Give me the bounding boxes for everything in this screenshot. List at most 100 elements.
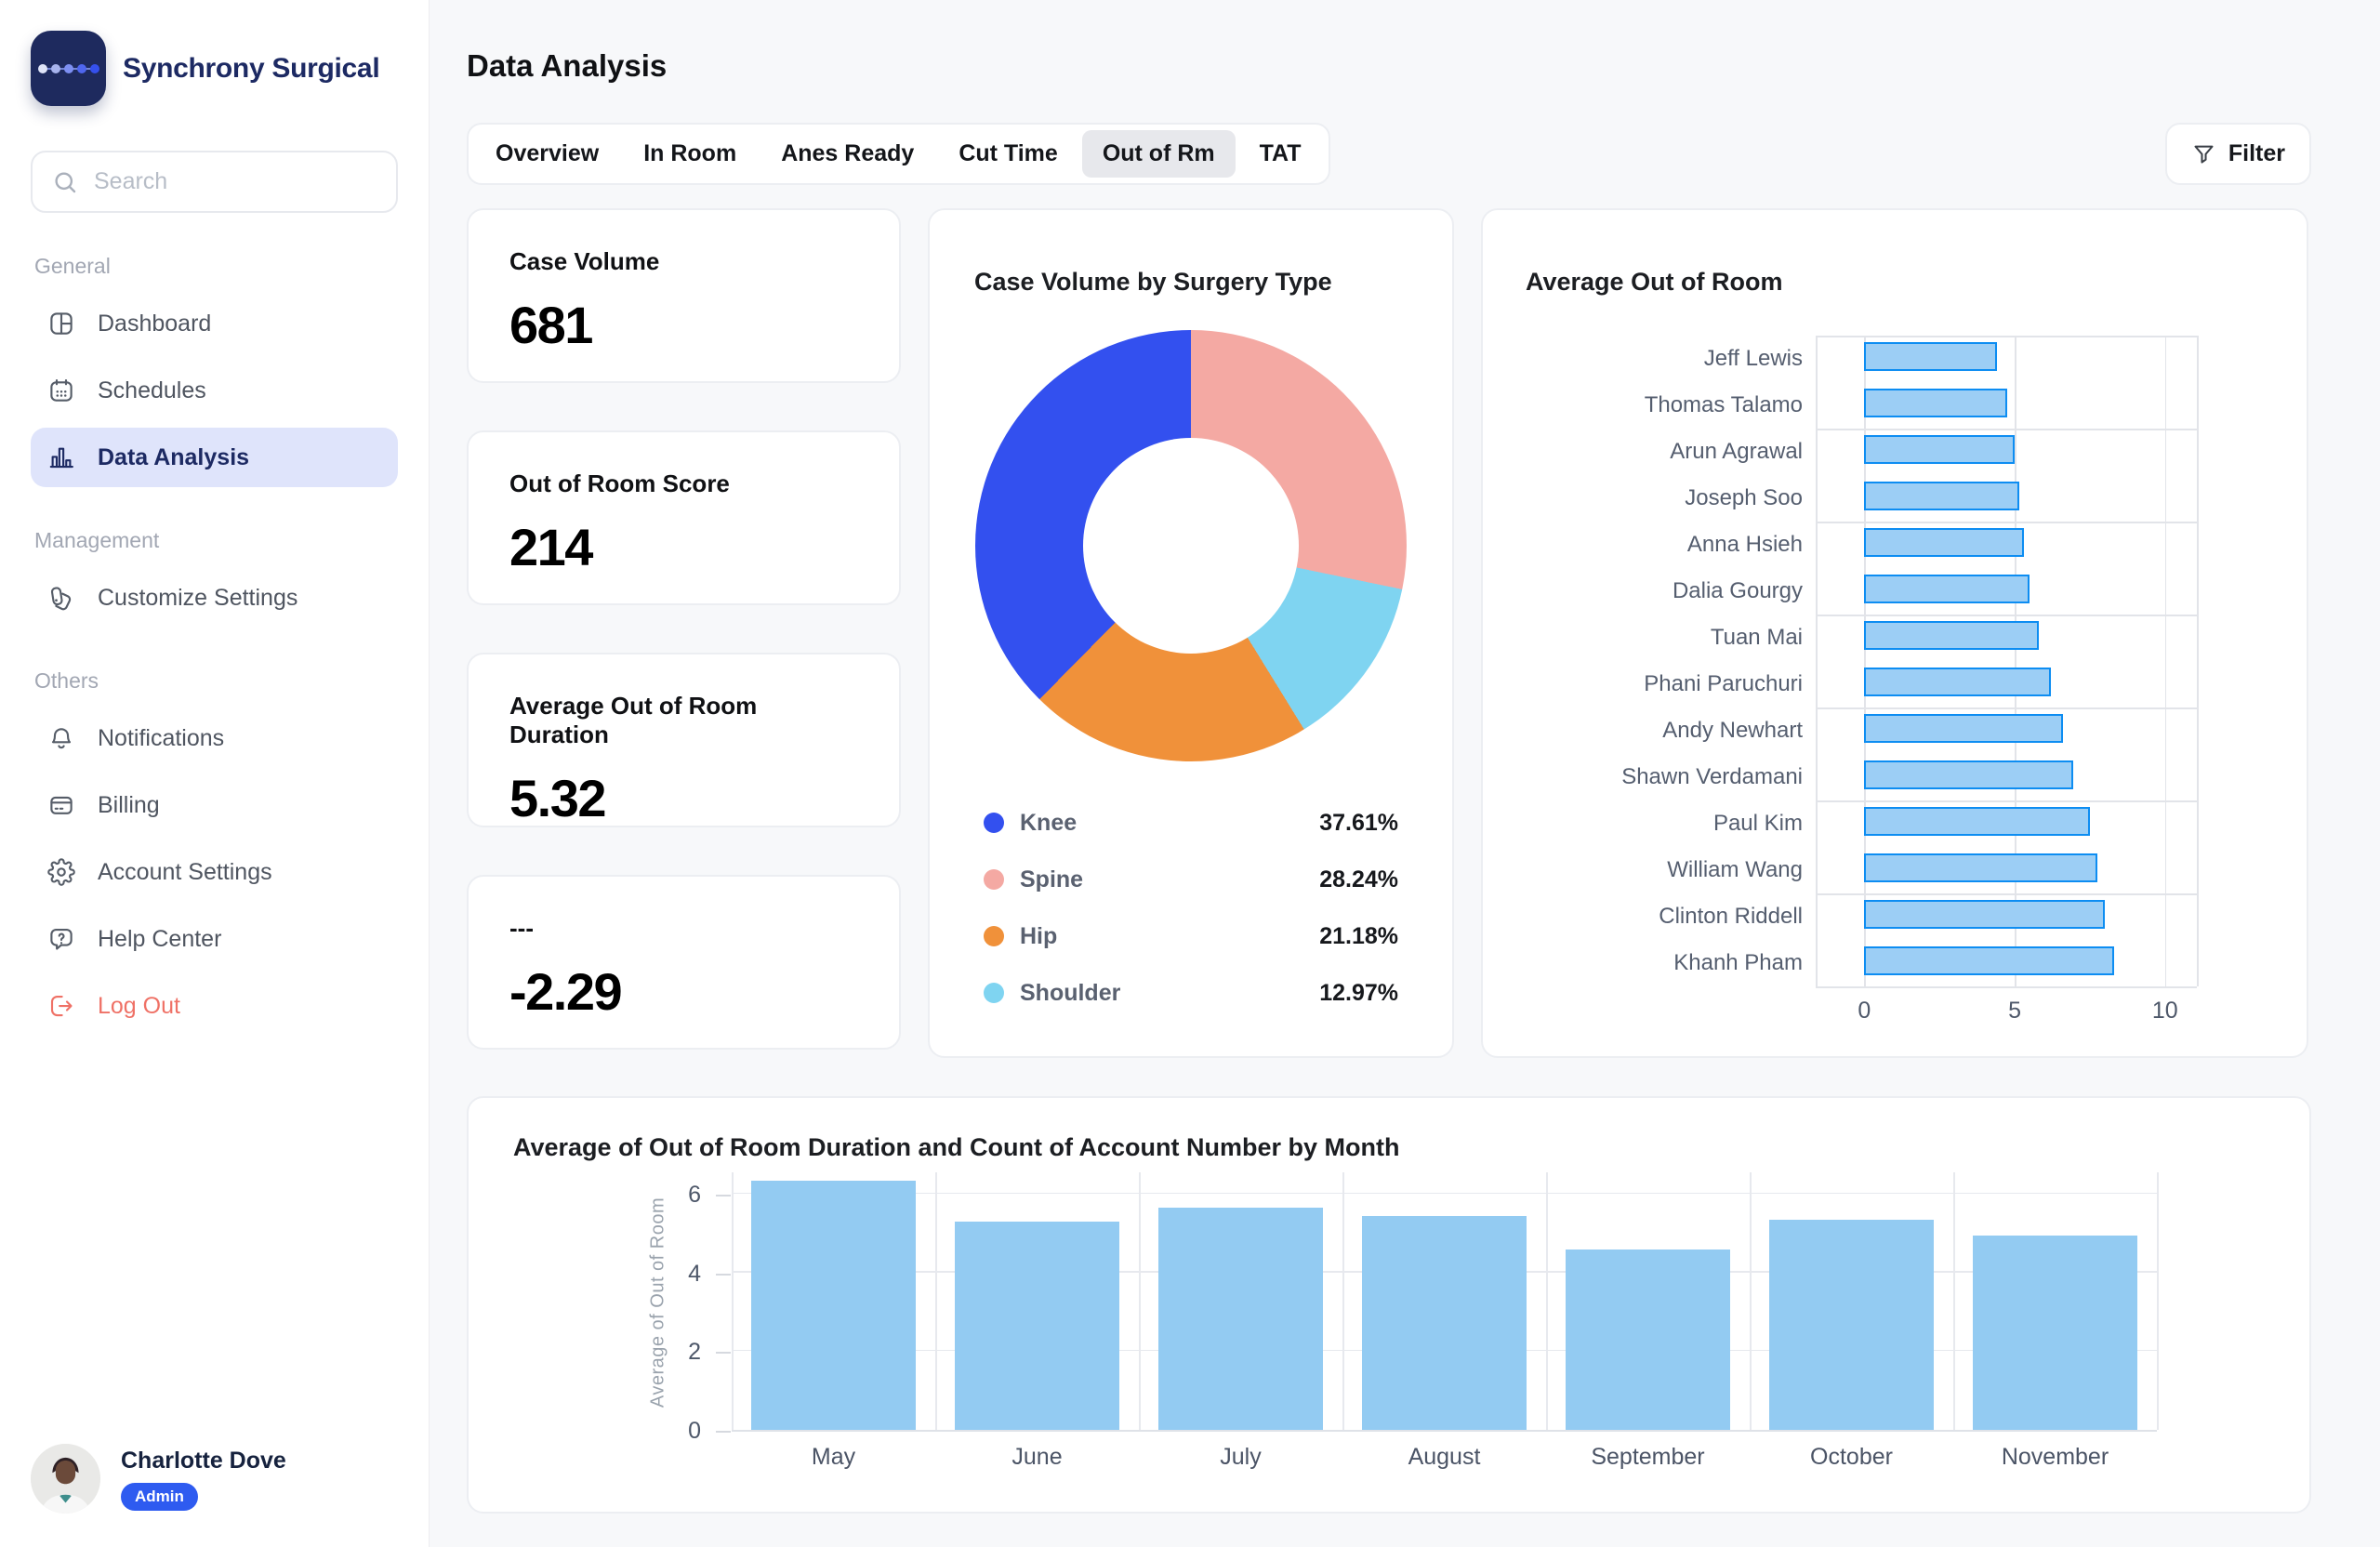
bar-november: [1973, 1236, 2137, 1430]
legend-row: Knee37.61%: [984, 804, 1398, 841]
legend-value: 28.24%: [1319, 866, 1398, 893]
user-profile[interactable]: Charlotte Dove Admin: [31, 1444, 398, 1514]
nav-section-header: General: [34, 254, 398, 279]
gridline: [2015, 336, 2016, 986]
y-tick-mark: [716, 1431, 731, 1433]
legend-value: 37.61%: [1319, 810, 1398, 837]
sidebar-item-data-analysis[interactable]: Data Analysis: [31, 428, 398, 487]
gridline: [1750, 1172, 1752, 1430]
role-badge: Admin: [121, 1483, 198, 1511]
hbar-category-label: Arun Agrawal: [1526, 429, 1816, 475]
hbar-category-label: Clinton Riddell: [1526, 893, 1816, 940]
sidebar-item-dashboard[interactable]: Dashboard: [31, 294, 398, 353]
app-logo-icon: [31, 31, 106, 106]
user-name: Charlotte Dove: [121, 1448, 286, 1474]
filter-label: Filter: [2228, 140, 2285, 167]
sidebar-item-label: Schedules: [98, 377, 206, 404]
x-tick-label: August: [1342, 1444, 1546, 1471]
search-box[interactable]: [31, 151, 398, 213]
bar-shawn-verdamani: [1864, 760, 2073, 789]
y-tick-mark: [716, 1195, 731, 1197]
bar-dalia-gourgy: [1864, 575, 2030, 603]
gridline: [1816, 986, 2197, 988]
gridline: [1816, 800, 2197, 802]
sidebar-item-label: Data Analysis: [98, 444, 249, 471]
kpi-value: -2.29: [509, 961, 858, 1022]
gridline: [2165, 336, 2167, 986]
vbar-plot-area: [732, 1172, 2157, 1432]
tab-anes-ready[interactable]: Anes Ready: [760, 130, 934, 178]
gridline: [732, 1172, 734, 1430]
gridline: [732, 1193, 2157, 1195]
bar-joseph-soo: [1864, 482, 2019, 510]
gridline: [1816, 893, 2197, 895]
brand-name: Synchrony Surgical: [123, 53, 379, 85]
sidebar-item-customize-settings[interactable]: Customize Settings: [31, 568, 398, 628]
gridline: [1816, 707, 2197, 709]
tab-cut-time[interactable]: Cut Time: [938, 130, 1078, 178]
gridline: [935, 1172, 937, 1430]
sidebar-item-account-settings[interactable]: Account Settings: [31, 842, 398, 902]
bar-tuan-mai: [1864, 621, 2039, 650]
x-tick-label: September: [1546, 1444, 1750, 1471]
hbar-category-labels: Jeff LewisThomas TalamoArun AgrawalJosep…: [1526, 336, 1816, 986]
hbar-chart-title: Average Out of Room: [1526, 268, 2307, 297]
y-tick-mark: [716, 1274, 731, 1276]
filter-button[interactable]: Filter: [2165, 123, 2311, 185]
tab-tat[interactable]: TAT: [1239, 130, 1322, 178]
bar-phani-paruchuri: [1864, 668, 2050, 696]
kpi-label: Average Out of Room Duration: [509, 692, 858, 749]
hbar-category-label: Joseph Soo: [1526, 475, 1816, 522]
bar-william-wang: [1864, 853, 2097, 882]
sidebar-item-notifications[interactable]: Notifications: [31, 708, 398, 768]
legend-dot: [984, 869, 1004, 890]
gridline: [1816, 615, 2197, 616]
legend-row: Shoulder12.97%: [984, 974, 1398, 1012]
sidebar-item-schedules[interactable]: Schedules: [31, 361, 398, 420]
x-tick-label: June: [935, 1444, 1139, 1471]
y-tick-label: 4: [645, 1261, 701, 1288]
tab-in-room[interactable]: In Room: [623, 130, 757, 178]
sidebar-item-log-out[interactable]: Log Out: [31, 976, 398, 1036]
hbar-category-label: Jeff Lewis: [1526, 336, 1816, 382]
hbar-category-label: Dalia Gourgy: [1526, 568, 1816, 615]
sidebar-item-help-center[interactable]: Help Center: [31, 909, 398, 969]
main-content: Data Analysis OverviewIn RoomAnes ReadyC…: [430, 0, 2380, 1547]
brand: Synchrony Surgical: [31, 31, 398, 106]
sidebar-item-billing[interactable]: Billing: [31, 775, 398, 835]
bar-thomas-talamo: [1864, 389, 2007, 417]
help-icon: [47, 925, 75, 953]
bar-anna-hsieh: [1864, 528, 2023, 557]
bar-khanh-pham: [1864, 946, 2113, 975]
legend-row: Spine28.24%: [984, 861, 1398, 898]
y-tick-mark: [716, 1352, 731, 1354]
tab-overview[interactable]: Overview: [475, 130, 619, 178]
nav-section: General Dashboard Schedules Data Analysis: [31, 254, 398, 487]
logout-icon: [47, 992, 75, 1020]
kpi-card: ----2.29: [467, 875, 901, 1050]
legend-dot: [984, 926, 1004, 946]
sidebar-item-label: Account Settings: [98, 859, 272, 886]
gridline: [1342, 1172, 1344, 1430]
legend-label: Shoulder: [1020, 980, 1120, 1007]
tab-out-of-rm[interactable]: Out of Rm: [1082, 130, 1236, 178]
search-input[interactable]: [94, 168, 377, 195]
x-tick-label: October: [1750, 1444, 1953, 1471]
hbar-category-label: Phani Paruchuri: [1526, 661, 1816, 707]
x-tick-label: 10: [2152, 998, 2178, 1025]
hbar-x-axis: 0510: [1816, 998, 2197, 1035]
sidebar: Synchrony Surgical General Dashboard Sched…: [0, 0, 430, 1547]
hbar-category-label: Thomas Talamo: [1526, 382, 1816, 429]
bar-paul-kim: [1864, 807, 2090, 836]
sidebar-nav: GeneralDashboardSchedulesData AnalysisMa…: [31, 213, 398, 1043]
hbar-category-label: Paul Kim: [1526, 800, 1816, 847]
nav-section-header: Others: [34, 668, 398, 694]
bar-jeff-lewis: [1864, 342, 1996, 371]
dashboard-icon: [47, 310, 75, 337]
donut-chart-card: Case Volume by Surgery Type Knee37.61%Sp…: [928, 208, 1454, 1058]
gridline: [1139, 1172, 1141, 1430]
vbar-y-axis-label: Average of Out of Room: [648, 1197, 669, 1408]
x-tick-label: July: [1139, 1444, 1342, 1471]
hbar-category-label: Andy Newhart: [1526, 707, 1816, 754]
hbar-category-label: Anna Hsieh: [1526, 522, 1816, 568]
